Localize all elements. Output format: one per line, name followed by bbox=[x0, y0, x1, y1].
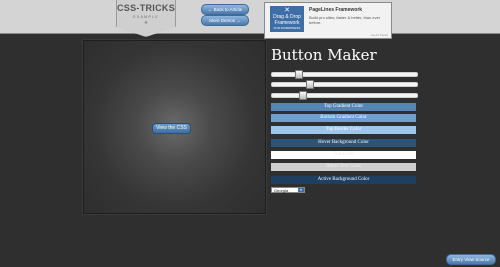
ad-title[interactable]: PageLines Framework bbox=[309, 7, 362, 13]
top-gradient-color-bar[interactable]: Top Gradient Color bbox=[271, 103, 416, 111]
page-title: Button Maker bbox=[271, 46, 377, 64]
logo-subtext: EXAMPLE bbox=[133, 14, 159, 19]
ad-image[interactable]: ✕ Drag & Drop Framework FOR WORDPRESS bbox=[270, 6, 304, 32]
ad-box[interactable]: ✕ Drag & Drop Framework FOR WORDPRESS Pa… bbox=[264, 2, 392, 39]
slider-track-3[interactable] bbox=[271, 91, 418, 100]
top-bar bbox=[0, 0, 500, 34]
logo-text: CSS-TRICKS bbox=[117, 3, 176, 13]
star-icon: ★ bbox=[143, 20, 149, 26]
slider-track-2[interactable] bbox=[271, 80, 418, 89]
bottom-gradient-color-bar[interactable]: Bottom Gradient Color bbox=[271, 114, 416, 122]
hover-background-color-bar[interactable]: Hover Background Color bbox=[271, 139, 416, 147]
view-source-button[interactable]: Entry View Source bbox=[446, 254, 496, 265]
font-select-value: Georgia bbox=[274, 188, 289, 193]
ad-description: Build pro sites; faster & better, than e… bbox=[309, 15, 381, 25]
text-color-bar[interactable]: Text Color bbox=[271, 151, 416, 159]
font-family-select[interactable]: Georgia ▾ bbox=[271, 187, 305, 193]
ad-image-line-3: FOR WORDPRESS bbox=[273, 26, 301, 30]
slider-thumb-2[interactable] bbox=[306, 80, 314, 89]
chevron-down-icon: ▾ bbox=[298, 188, 304, 192]
view-css-button[interactable]: View the CSS bbox=[152, 123, 191, 134]
top-border-color-bar[interactable]: Top Border Color bbox=[271, 126, 416, 134]
hover-text-color-bar[interactable]: Hover Text Color bbox=[271, 163, 416, 171]
more-demos-button[interactable]: More Demos → bbox=[201, 15, 249, 26]
slider-thumb-3[interactable] bbox=[299, 91, 307, 100]
active-background-color-bar[interactable]: Active Background Color bbox=[271, 176, 416, 184]
slider-thumb-1[interactable] bbox=[295, 70, 303, 79]
ad-via-link[interactable]: via Ad Packs bbox=[371, 33, 388, 37]
button-preview-area: View the CSS bbox=[83, 40, 266, 214]
slider-track-1[interactable] bbox=[271, 70, 418, 79]
back-to-article-button[interactable]: ← Back to Article bbox=[201, 4, 249, 15]
